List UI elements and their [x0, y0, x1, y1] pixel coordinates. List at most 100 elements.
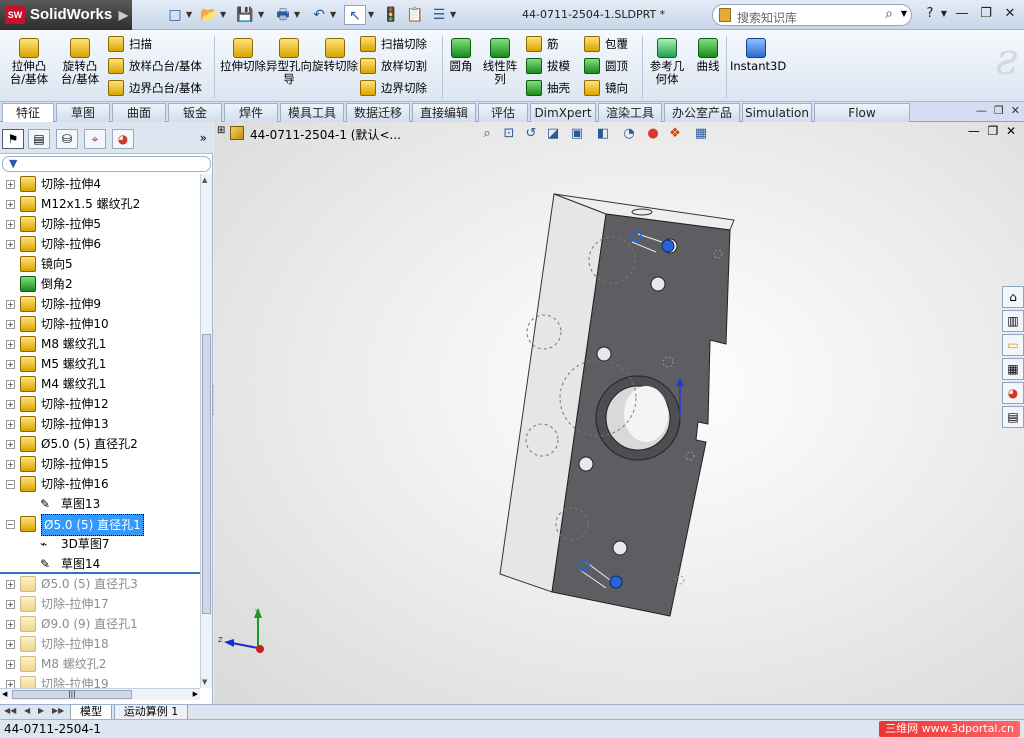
scroll-left-icon[interactable]: ◀	[2, 690, 7, 698]
expand-toggle-icon[interactable]: +	[6, 360, 15, 369]
tab-sketch[interactable]: 草图	[56, 103, 110, 122]
expand-toggle-icon[interactable]: +	[6, 460, 15, 469]
options-icon[interactable]: ☰	[428, 5, 450, 25]
feature-manager-tab-icon[interactable]: ⚑	[2, 129, 24, 149]
tab-evaluate[interactable]: 评估	[478, 103, 528, 122]
feature-tree-filter[interactable]: ▼	[2, 156, 211, 172]
fillet-button[interactable]: 圆角	[446, 38, 476, 73]
tree-item[interactable]: + 切除-拉伸13	[0, 414, 200, 434]
expand-toggle-icon[interactable]: +	[6, 680, 15, 688]
selected-hole-top[interactable]	[661, 239, 675, 253]
collapse-toggle-icon[interactable]: −	[6, 480, 15, 489]
last-tab-nav-icon[interactable]: ▶▶	[52, 706, 64, 715]
tab-sheet-metal[interactable]: 钣金	[168, 103, 222, 122]
expand-toggle-icon[interactable]: +	[6, 320, 15, 329]
undo-icon[interactable]: ↶	[308, 5, 330, 25]
shell-button[interactable]: 抽壳	[526, 78, 570, 98]
tree-item[interactable]: 镜向5	[0, 254, 200, 274]
expand-toggle-icon[interactable]: +	[6, 340, 15, 349]
expand-toggle-icon[interactable]: +	[6, 640, 15, 649]
rebuild-traffic-light-icon[interactable]: 🚦	[380, 5, 402, 25]
instant3d-button[interactable]: Instant3D	[730, 38, 786, 73]
tab-render-tools[interactable]: 渲染工具	[598, 103, 662, 122]
boundary-boss-button[interactable]: 边界凸台/基体	[108, 78, 202, 98]
tree-item[interactable]: + 切除-拉伸4	[0, 174, 200, 194]
tree-item[interactable]: + M8 螺纹孔2	[0, 654, 200, 674]
tab-features[interactable]: 特征	[2, 103, 54, 123]
tab-office-products[interactable]: 办公室产品	[664, 103, 740, 122]
scroll-up-icon[interactable]: ▲	[202, 176, 207, 184]
open-folder-icon[interactable]: 📂	[198, 5, 220, 25]
print-dropdown-icon[interactable]: ▼	[294, 5, 303, 25]
lofted-cut-button[interactable]: 放样切割	[360, 56, 427, 76]
help-dropdown-icon[interactable]: ▼	[934, 5, 954, 23]
dome-button[interactable]: 圆顶	[584, 56, 628, 76]
expand-toggle-icon[interactable]: +	[6, 380, 15, 389]
open-dropdown-icon[interactable]: ▼	[220, 5, 229, 25]
save-icon[interactable]: 💾	[234, 5, 256, 25]
expand-toggle-icon[interactable]: +	[6, 180, 15, 189]
expand-toggle-icon[interactable]: +	[6, 440, 15, 449]
tab-direct-editing[interactable]: 直接编辑	[412, 103, 476, 122]
ribbon-window-controls[interactable]: — ❐ ✕	[976, 104, 1020, 117]
select-pointer-icon[interactable]: ↖	[344, 5, 366, 25]
custom-properties-icon[interactable]: ▤	[1002, 406, 1024, 428]
loft-button[interactable]: 放样凸台/基体	[108, 56, 202, 76]
property-manager-tab-icon[interactable]: ▤	[28, 129, 50, 149]
scroll-right-icon[interactable]: ▶	[193, 690, 198, 698]
scrollbar-thumb[interactable]	[202, 334, 211, 614]
rib-button[interactable]: 筋	[526, 34, 559, 54]
hole-wizard-button[interactable]: 异型孔向导	[266, 38, 312, 86]
extrude-cut-button[interactable]: 拉伸切除	[220, 38, 266, 73]
tab-surfaces[interactable]: 曲面	[112, 103, 166, 122]
scroll-down-icon[interactable]: ▼	[202, 678, 207, 686]
tree-item[interactable]: + 切除-拉伸18	[0, 634, 200, 654]
save-dropdown-icon[interactable]: ▼	[258, 5, 267, 25]
expand-toggle-icon[interactable]: +	[6, 200, 15, 209]
tab-mold-tools[interactable]: 模具工具	[280, 103, 344, 122]
expand-toggle-icon[interactable]: +	[6, 580, 15, 589]
tab-simulation[interactable]: Simulation	[742, 103, 812, 122]
graphics-area[interactable]: ⊞ 44-0711-2504-1 (默认<... ⌕ ⊡ ↺ ◪ ▣ ◧ ◔ ●…	[214, 122, 1024, 704]
prev-tab-nav-icon[interactable]: ◀	[24, 706, 30, 715]
tree-item[interactable]: + Ø9.0 (9) 直径孔1	[0, 614, 200, 634]
tree-item[interactable]: + M8 螺纹孔1	[0, 334, 200, 354]
dimxpert-manager-tab-icon[interactable]: ⌖	[84, 129, 106, 149]
close-button[interactable]: ✕	[1000, 5, 1020, 23]
tree-item[interactable]: − Ø5.0 (5) 直径孔1	[0, 514, 200, 536]
draft-button[interactable]: 拔模	[526, 56, 570, 76]
tree-item[interactable]: ✎ 草图14	[0, 554, 200, 574]
tree-item[interactable]: 倒角2	[0, 274, 200, 294]
expand-toggle-icon[interactable]: +	[6, 400, 15, 409]
display-manager-tab-icon[interactable]: ◕	[112, 129, 134, 149]
tree-item[interactable]: + Ø5.0 (5) 直径孔3	[0, 574, 200, 594]
view-palette-icon[interactable]: ▦	[1002, 358, 1024, 380]
tab-motion-study-1[interactable]: 运动算例 1	[114, 705, 188, 720]
collapse-toggle-icon[interactable]: −	[6, 520, 15, 529]
tree-item[interactable]: + M12x1.5 螺纹孔2	[0, 194, 200, 214]
tab-data-migration[interactable]: 数据迁移	[346, 103, 410, 122]
expand-toggle-icon[interactable]: +	[6, 660, 15, 669]
undo-dropdown-icon[interactable]: ▼	[330, 5, 339, 25]
app-menu-button[interactable]: SW SolidWorks ▶	[0, 0, 132, 30]
tree-horizontal-scrollbar[interactable]: ◀ ||| ▶	[0, 688, 200, 700]
expand-toggle-icon[interactable]: +	[6, 240, 15, 249]
expand-menu-icon[interactable]: ▶	[119, 0, 128, 30]
more-tabs-chevron-icon[interactable]: »	[200, 131, 207, 145]
tree-item[interactable]: + 切除-拉伸12	[0, 394, 200, 414]
revolve-boss-button[interactable]: 旋转凸台/基体	[57, 38, 103, 86]
tree-item[interactable]: + 切除-拉伸5	[0, 214, 200, 234]
sweep-button[interactable]: 扫描	[108, 34, 152, 54]
mirror-button[interactable]: 镜向	[584, 78, 628, 98]
search-icon[interactable]: ⌕	[885, 6, 893, 22]
linear-pattern-button[interactable]: 线性阵列	[480, 38, 520, 86]
restore-button[interactable]: ❐	[976, 5, 996, 23]
tree-vertical-scrollbar[interactable]: ▲ ▼	[200, 174, 212, 688]
rollback-bar[interactable]	[0, 572, 200, 574]
file-explorer-icon[interactable]: ▭	[1002, 334, 1024, 356]
curves-button[interactable]: 曲线	[692, 38, 724, 73]
reference-geometry-button[interactable]: 参考几何体	[646, 38, 688, 86]
tree-item[interactable]: + 切除-拉伸15	[0, 454, 200, 474]
tree-item[interactable]: ⌁ 3D草图7	[0, 534, 200, 554]
new-dropdown-icon[interactable]: ▼	[186, 5, 195, 25]
